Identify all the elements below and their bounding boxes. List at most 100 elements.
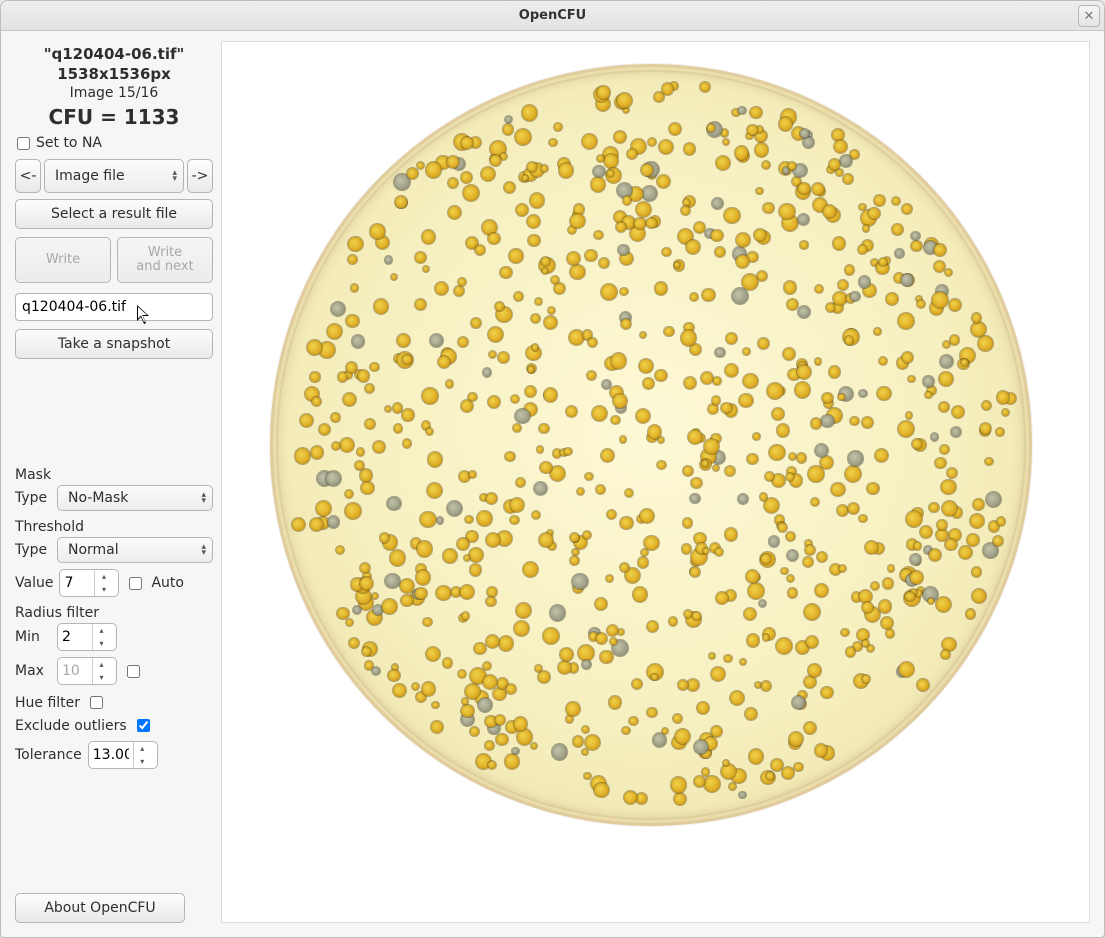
colony-marker: [688, 430, 702, 444]
colony-marker: [393, 403, 402, 412]
colony-marker: [550, 605, 565, 620]
colony-marker: [759, 600, 766, 607]
colony-marker: [881, 617, 893, 629]
colony-marker: [871, 582, 879, 590]
colony-marker: [687, 679, 699, 691]
colony-marker: [808, 466, 823, 481]
threshold-type-combo[interactable]: Normal ▴▾: [57, 537, 213, 563]
colony-marker: [686, 240, 700, 254]
close-button[interactable]: ✕: [1078, 5, 1100, 27]
tolerance-input[interactable]: [89, 745, 133, 765]
colony-marker: [653, 733, 667, 747]
colony-marker: [943, 341, 950, 348]
colony-marker: [393, 684, 406, 697]
colony-marker: [993, 536, 1003, 546]
colony-marker: [611, 353, 627, 369]
colony-marker: [972, 313, 982, 323]
about-button[interactable]: About OpenCFU: [15, 893, 185, 923]
image-viewer[interactable]: [221, 41, 1090, 923]
write-and-next-button[interactable]: Write and next: [117, 237, 213, 283]
colony-marker: [708, 404, 718, 414]
colony-marker: [343, 393, 356, 406]
colony-marker: [940, 445, 949, 454]
spin-down-icon[interactable]: ▾: [93, 637, 110, 650]
colony-marker: [417, 541, 433, 557]
threshold-value-label: Value: [15, 575, 53, 591]
colony-marker: [779, 204, 794, 219]
colony-marker: [617, 93, 632, 108]
spin-down-icon[interactable]: ▾: [95, 583, 112, 596]
colony-marker: [877, 387, 890, 400]
colony-marker: [795, 382, 811, 398]
set-to-na-checkbox[interactable]: [17, 137, 30, 150]
mask-type-combo[interactable]: No-Mask ▴▾: [57, 485, 213, 511]
colony-marker: [509, 249, 522, 262]
spin-up-icon[interactable]: ▴: [95, 570, 112, 583]
next-image-button[interactable]: ->: [187, 159, 213, 193]
image-file-combo[interactable]: Image file ▴▾: [44, 159, 184, 193]
colony-marker: [432, 702, 439, 709]
colony-marker: [428, 452, 443, 467]
radius-min-spinner[interactable]: ▴▾: [57, 623, 117, 651]
colony-marker: [499, 636, 513, 650]
colony-marker: [461, 172, 472, 183]
colony-marker: [532, 511, 540, 519]
radius-max-enable-checkbox[interactable]: [127, 665, 140, 678]
take-snapshot-button[interactable]: Take a snapshot: [15, 329, 213, 359]
colony-marker: [295, 448, 310, 463]
threshold-type-label: Type: [15, 542, 51, 558]
exclude-outliers-checkbox[interactable]: [137, 719, 150, 732]
colony-marker: [826, 303, 835, 312]
colony-marker: [336, 546, 344, 554]
colony-marker: [427, 483, 442, 498]
colony-marker: [346, 619, 353, 626]
select-result-file-button[interactable]: Select a result file: [15, 199, 213, 229]
prev-image-button[interactable]: <-: [15, 159, 41, 193]
colony-marker: [845, 466, 861, 482]
colony-marker: [892, 197, 900, 205]
spin-up-icon[interactable]: ▴: [134, 742, 151, 755]
colony-marker: [805, 545, 815, 555]
colony-marker: [642, 186, 657, 201]
colony-marker: [898, 421, 914, 437]
spin-down-icon: ▾: [93, 671, 110, 684]
colony-marker: [584, 773, 590, 779]
colony-marker: [415, 588, 427, 600]
colony-marker: [701, 372, 713, 384]
colony-marker: [548, 307, 555, 314]
colony-marker: [952, 406, 964, 418]
colony-marker: [848, 503, 859, 514]
colony-marker: [725, 364, 739, 378]
colony-marker: [846, 647, 855, 656]
threshold-auto-checkbox[interactable]: [129, 577, 142, 590]
colony-marker: [923, 376, 933, 386]
colony-marker: [600, 651, 612, 663]
colony-marker: [694, 222, 705, 233]
spin-down-icon[interactable]: ▾: [134, 755, 151, 768]
colony-marker: [712, 396, 720, 404]
filename-field[interactable]: [15, 293, 213, 321]
colony-marker: [662, 248, 670, 256]
colony-marker: [400, 579, 414, 593]
colony-marker: [481, 167, 495, 181]
colony-marker: [1002, 409, 1009, 416]
write-button[interactable]: Write: [15, 237, 111, 283]
hue-filter-checkbox[interactable]: [90, 696, 103, 709]
threshold-value-input[interactable]: [60, 573, 94, 593]
colony-marker: [789, 732, 803, 746]
threshold-value-spinner[interactable]: ▴▾: [59, 569, 119, 597]
tolerance-spinner[interactable]: ▴▾: [88, 741, 158, 769]
colony-marker: [370, 363, 378, 371]
colony-marker: [523, 562, 538, 577]
colony-marker: [601, 284, 617, 300]
image-file-combo-label: Image file: [55, 168, 125, 184]
colony-marker: [582, 134, 597, 149]
colony-marker: [910, 571, 923, 584]
colony-marker: [515, 129, 531, 145]
colony-marker: [595, 598, 607, 610]
colony-marker: [620, 288, 627, 295]
radius-min-input[interactable]: [58, 627, 92, 647]
colony-marker: [763, 203, 773, 213]
colony-marker: [839, 565, 846, 572]
spin-up-icon[interactable]: ▴: [93, 624, 110, 637]
